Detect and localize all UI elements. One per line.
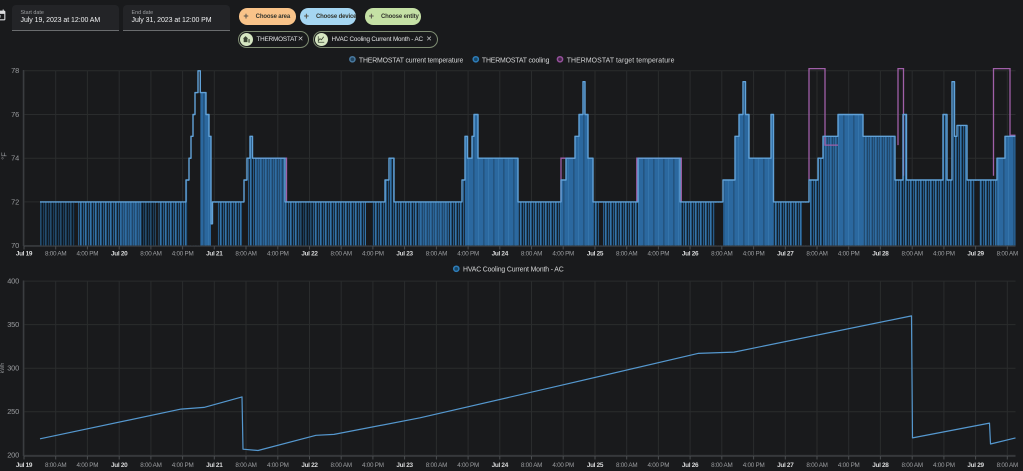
svg-text:8:00 AM: 8:00 AM [806, 462, 827, 469]
svg-text:8:00 AM: 8:00 AM [331, 462, 352, 469]
svg-text:4:00 PM: 4:00 PM [743, 462, 765, 469]
svg-text:Jul 23: Jul 23 [396, 251, 413, 258]
svg-text:Jul 29: Jul 29 [967, 462, 984, 469]
svg-text:Jul 21: Jul 21 [206, 462, 223, 469]
svg-text:8:00 AM: 8:00 AM [521, 462, 542, 469]
svg-text:Jul 23: Jul 23 [396, 462, 413, 469]
svg-text:74: 74 [11, 154, 19, 163]
svg-text:Jul 26: Jul 26 [682, 462, 699, 469]
svg-text:Jul 22: Jul 22 [301, 462, 318, 469]
svg-text:400: 400 [7, 277, 19, 286]
svg-text:Jul 27: Jul 27 [777, 462, 794, 469]
svg-text:Jul 19: Jul 19 [16, 251, 33, 258]
svg-text:200: 200 [7, 451, 19, 460]
svg-text:kWh: kWh [0, 363, 6, 373]
svg-text:4:00 PM: 4:00 PM [838, 251, 860, 258]
svg-text:8:00 AM: 8:00 AM [902, 462, 923, 469]
svg-text:72: 72 [11, 197, 19, 206]
svg-text:Jul 22: Jul 22 [301, 251, 318, 258]
svg-text:4:00 PM: 4:00 PM [172, 251, 194, 258]
svg-text:4:00 PM: 4:00 PM [838, 462, 860, 469]
svg-text:Jul 28: Jul 28 [872, 251, 889, 258]
svg-text:4:00 PM: 4:00 PM [362, 462, 384, 469]
svg-text:8:00 AM: 8:00 AM [235, 251, 256, 258]
svg-text:Jul 29: Jul 29 [967, 251, 984, 258]
svg-text:350: 350 [7, 320, 19, 329]
svg-text:8:00 AM: 8:00 AM [426, 251, 447, 258]
svg-text:HVAC Cooling Current Month - A: HVAC Cooling Current Month - AC [463, 267, 564, 274]
svg-text:4:00 PM: 4:00 PM [267, 462, 289, 469]
svg-text:8:00 AM: 8:00 AM [140, 251, 161, 258]
svg-text:78: 78 [11, 66, 19, 75]
svg-text:4:00 PM: 4:00 PM [457, 462, 479, 469]
svg-text:76: 76 [11, 110, 19, 119]
svg-text:4:00 PM: 4:00 PM [648, 251, 670, 258]
svg-text:8:00 AM: 8:00 AM [616, 251, 637, 258]
svg-text:8:00 AM: 8:00 AM [140, 462, 161, 469]
svg-text:8:00 AM: 8:00 AM [711, 462, 732, 469]
svg-text:Jul 26: Jul 26 [682, 251, 699, 258]
svg-text:THERMOSTAT target temperature: THERMOSTAT target temperature [567, 57, 675, 64]
svg-text:300: 300 [7, 364, 19, 373]
svg-text:4:00 PM: 4:00 PM [267, 251, 289, 258]
svg-text:Jul 21: Jul 21 [206, 251, 223, 258]
svg-text:4:00 PM: 4:00 PM [457, 251, 479, 258]
svg-text:Jul 24: Jul 24 [492, 251, 509, 258]
svg-text:Jul 27: Jul 27 [777, 251, 794, 258]
svg-text:4:00 PM: 4:00 PM [77, 462, 99, 469]
svg-text:4:00 PM: 4:00 PM [648, 462, 670, 469]
svg-text:8:00 AM: 8:00 AM [997, 462, 1018, 469]
svg-text:Jul 20: Jul 20 [111, 462, 128, 469]
svg-text:8:00 AM: 8:00 AM [235, 462, 256, 469]
svg-text:250: 250 [7, 407, 19, 416]
svg-text:Jul 20: Jul 20 [111, 251, 128, 258]
svg-text:8:00 AM: 8:00 AM [902, 251, 923, 258]
svg-text:4:00 PM: 4:00 PM [933, 251, 955, 258]
svg-text:8:00 AM: 8:00 AM [616, 462, 637, 469]
svg-text:8:00 AM: 8:00 AM [806, 251, 827, 258]
svg-text:4:00 PM: 4:00 PM [743, 251, 765, 258]
svg-text:4:00 PM: 4:00 PM [172, 462, 194, 469]
svg-text:Jul 25: Jul 25 [587, 251, 604, 258]
svg-text:8:00 AM: 8:00 AM [45, 462, 66, 469]
svg-text:4:00 PM: 4:00 PM [77, 251, 99, 258]
svg-text:Jul 24: Jul 24 [492, 462, 509, 469]
svg-text:THERMOSTAT cooling: THERMOSTAT cooling [482, 57, 550, 64]
svg-text:4:00 PM: 4:00 PM [933, 462, 955, 469]
svg-text:Jul 25: Jul 25 [587, 462, 604, 469]
svg-text:4:00 PM: 4:00 PM [362, 251, 384, 258]
svg-text:Jul 28: Jul 28 [872, 462, 889, 469]
svg-text:°F: °F [0, 152, 9, 160]
svg-text:8:00 AM: 8:00 AM [426, 462, 447, 469]
svg-text:8:00 AM: 8:00 AM [331, 251, 352, 258]
svg-text:THERMOSTAT current temperature: THERMOSTAT current temperature [359, 57, 464, 64]
svg-text:4:00 PM: 4:00 PM [552, 462, 574, 469]
svg-text:8:00 AM: 8:00 AM [711, 251, 732, 258]
svg-text:Jul 19: Jul 19 [16, 462, 33, 469]
svg-text:8:00 AM: 8:00 AM [997, 251, 1018, 258]
svg-text:8:00 AM: 8:00 AM [521, 251, 542, 258]
svg-text:4:00 PM: 4:00 PM [552, 251, 574, 258]
svg-text:70: 70 [11, 241, 19, 250]
svg-text:8:00 AM: 8:00 AM [45, 251, 66, 258]
